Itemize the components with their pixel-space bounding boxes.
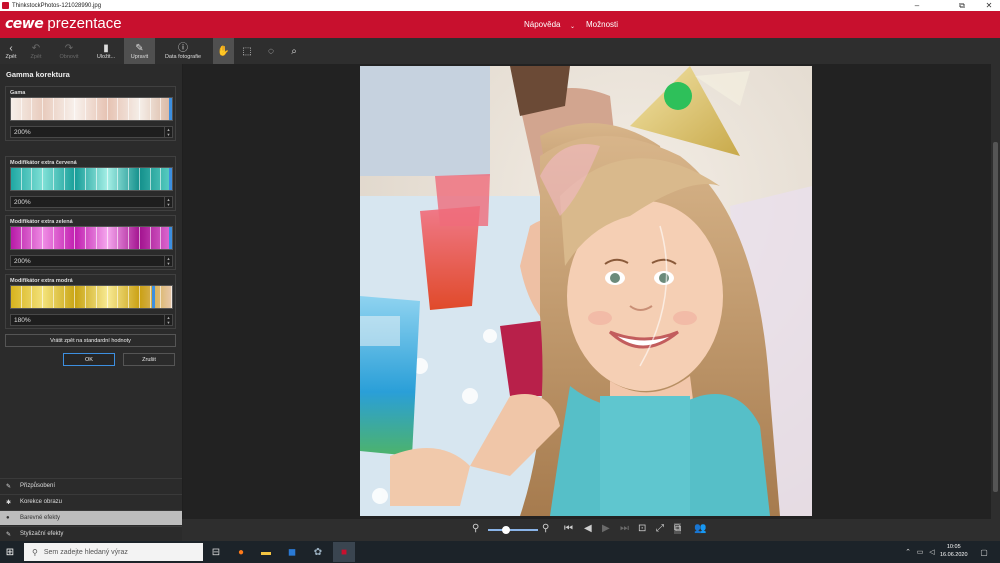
zoom-slider-thumb[interactable] [501, 526, 510, 534]
compare-view-icon[interactable]: ⧉ [674, 523, 682, 534]
ok-button[interactable]: OK [63, 353, 115, 366]
bottom-toolbar: ⚲ ⚲ ⏮ ◀ ▶ ⏭ ⊡ ⤢ ⧉ 👥 [182, 519, 1000, 541]
minimize-button[interactable]: – [906, 0, 928, 11]
strip-marker[interactable] [169, 98, 172, 120]
strip-marker[interactable] [169, 227, 172, 249]
save-icon: ▮ [103, 42, 109, 54]
file-explorer-icon[interactable]: ▬ [258, 544, 274, 560]
accordion-stylize-effects[interactable]: ✎ Stylizační efekty [0, 526, 182, 541]
back-arrow-icon: ‹ [9, 42, 13, 54]
first-image-icon[interactable]: ⏮ [564, 523, 573, 534]
ellipse-select-button[interactable]: ◌ [262, 38, 280, 64]
gamma-panel: Gamma korektura Gama 200% ▲ ▼ Modifikátor… [0, 64, 182, 541]
app-header: cewe prezentace Nápověda ⌄ Možnosti [0, 11, 1000, 38]
blue-modifier-value-field[interactable]: 180% ▲ ▼ [10, 314, 173, 326]
fullscreen-icon[interactable]: ⤢ [656, 523, 664, 534]
edit-icon: ✎ [135, 42, 144, 54]
cewe-taskbar-icon[interactable]: ■ [333, 542, 355, 562]
stepper-arrows-icon[interactable]: ▲ ▼ [164, 315, 172, 325]
zoom-out-icon[interactable]: ⚲ [472, 523, 479, 534]
rect-select-button[interactable]: ⬚ [238, 38, 256, 64]
hand-icon: ✋ [217, 45, 230, 57]
redo-button[interactable]: ↷ Obnovit [52, 38, 86, 64]
fit-page-icon[interactable]: ⊡ [638, 523, 646, 534]
hand-tool-button[interactable]: ✋ [213, 38, 234, 64]
previous-image-icon[interactable]: ◀ [584, 523, 592, 534]
color-circle-icon: ● [6, 515, 10, 521]
photo-illustration [360, 66, 812, 516]
volume-icon[interactable]: ◁ [924, 544, 940, 560]
next-image-icon[interactable]: ▶ [602, 523, 610, 534]
zoom-in-icon[interactable]: ⚲ [542, 523, 549, 534]
undo-icon: ↶ [31, 42, 41, 54]
gamma-label: Gama [10, 90, 26, 96]
app-icon [2, 2, 9, 9]
task-view-icon[interactable]: ⊟ [208, 544, 224, 560]
brush-icon: ✎ [6, 531, 12, 538]
red-modifier-preview-strip[interactable] [10, 167, 173, 191]
outlook-icon[interactable]: ◼ [284, 544, 300, 560]
gamma-preview-strip[interactable] [10, 97, 173, 121]
accordion-adjustments[interactable]: ✎ Přizpůsobení [0, 478, 182, 493]
red-modifier-label: Modifikátor extra červená [10, 160, 77, 166]
strip-marker[interactable] [152, 286, 155, 308]
red-modifier-group: Modifikátor extra červená 200% ▲ ▼ [5, 156, 176, 211]
lasso-icon: ⌕ [291, 45, 297, 57]
gamma-group: Gama 200% ▲ ▼ [5, 86, 176, 141]
close-button[interactable]: ✕ [978, 0, 1000, 11]
restore-button[interactable]: ⧉ [951, 0, 973, 11]
gamma-value-field[interactable]: 200% ▲ ▼ [10, 126, 173, 138]
blue-modifier-group: Modifikátor extra modrá 180% ▲ ▼ [5, 274, 176, 329]
zoom-slider-track[interactable] [488, 529, 538, 531]
panel-title: Gamma korektura [6, 70, 70, 79]
rectangle-select-icon: ⬚ [242, 45, 252, 57]
accordion-color-effects[interactable]: ● Barevné efekty [0, 510, 182, 525]
red-modifier-value-field[interactable]: 200% ▲ ▼ [10, 196, 173, 208]
windows-start-icon[interactable]: ⊞ [2, 544, 18, 560]
last-image-icon[interactable]: ⏭ [620, 523, 629, 534]
stepper-arrows-icon[interactable]: ▲ ▼ [164, 256, 172, 266]
save-button[interactable]: ▮ Uložit... [92, 38, 120, 64]
green-modifier-label: Modifikátor extra zelená [10, 219, 73, 225]
cancel-button[interactable]: Zrušit [123, 353, 175, 366]
info-icon: ⓘ [178, 42, 188, 54]
lasso-select-button[interactable]: ⌕ [285, 38, 303, 64]
photo-data-button[interactable]: ⓘ Data fotografie [160, 38, 206, 64]
back-button[interactable]: ‹ Zpět [2, 38, 20, 64]
green-modifier-group: Modifikátor extra zelená 200% ▲ ▼ [5, 215, 176, 270]
toolbar: ‹ Zpět ↶ Zpět ↷ Obnovit ▮ Uložit... ✎ Up… [0, 38, 1000, 64]
search-icon: ⚲ [32, 547, 38, 557]
sparkle-icon: ✱ [6, 499, 12, 506]
green-modifier-value-field[interactable]: 200% ▲ ▼ [10, 255, 173, 267]
window-titlebar: ThinkstockPhotos-121028990.jpg – ⧉ ✕ [0, 0, 1000, 11]
window-title: ThinkstockPhotos-121028990.jpg [12, 2, 102, 9]
strip-marker[interactable] [169, 168, 172, 190]
green-modifier-preview-strip[interactable] [10, 226, 173, 250]
stepper-arrows-icon[interactable]: ▲ ▼ [164, 127, 172, 137]
accordion-image-correction[interactable]: ✱ Korekce obrazu [0, 494, 182, 509]
firefox-icon[interactable]: ● [233, 544, 249, 560]
stepper-arrows-icon[interactable]: ▲ ▼ [164, 197, 172, 207]
options-menu[interactable]: Možnosti [586, 20, 618, 29]
windows-taskbar: ⊞ ⚲ Sem zadejte hledaný výraz ⊟ ● ▬ ◼ ✿ … [0, 541, 1000, 563]
redo-icon: ↷ [64, 42, 74, 54]
undo-button[interactable]: ↶ Zpět [24, 38, 48, 64]
notification-icon[interactable]: ▢ [976, 544, 992, 560]
app-icon-gear[interactable]: ✿ [310, 544, 326, 560]
brand-logo: cewe prezentace [5, 15, 122, 32]
blue-modifier-label: Modifikátor extra modrá [10, 278, 73, 284]
taskbar-clock[interactable]: 10:05 16.06.2020 [940, 543, 968, 559]
scrollbar-thumb[interactable] [993, 142, 998, 492]
pencil-icon: ✎ [6, 483, 12, 490]
chevron-down-icon[interactable]: ⌄ [570, 23, 575, 30]
people-icon[interactable]: 👥 [694, 523, 706, 534]
vertical-scrollbar[interactable] [991, 64, 1000, 519]
blue-modifier-preview-strip[interactable] [10, 285, 173, 309]
reset-defaults-button[interactable]: Vrátit zpět na standardní hodnoty [5, 334, 176, 347]
edited-photo[interactable] [360, 66, 812, 516]
ellipse-select-icon: ◌ [268, 45, 274, 57]
taskbar-search[interactable]: ⚲ Sem zadejte hledaný výraz [24, 543, 203, 561]
edit-button[interactable]: ✎ Upravit [124, 38, 155, 64]
help-menu[interactable]: Nápověda [524, 20, 560, 29]
